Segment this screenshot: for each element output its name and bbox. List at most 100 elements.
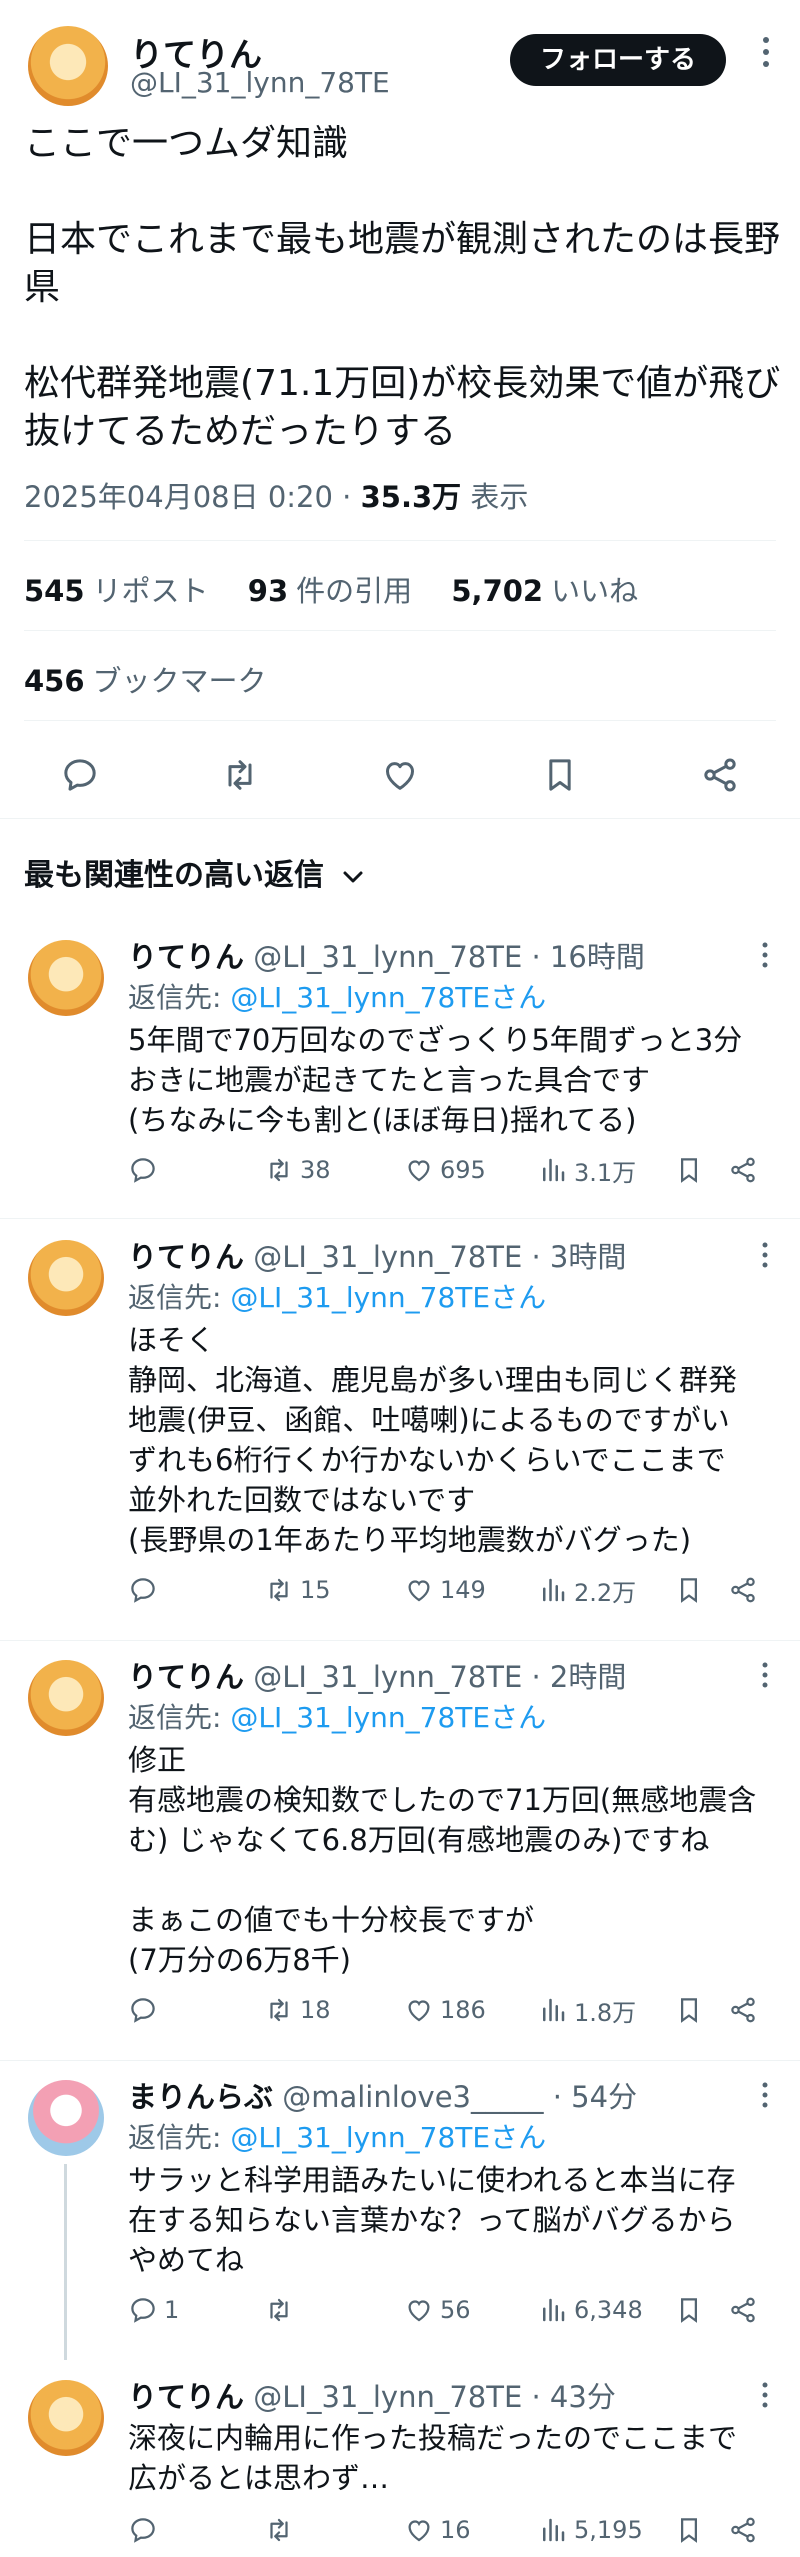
like-button[interactable]: 695 (404, 1150, 486, 1190)
share-icon[interactable] (728, 2510, 764, 2550)
reply-time[interactable]: · 3時間 (522, 1240, 626, 1274)
reply-icon[interactable] (128, 2510, 164, 2550)
reply-author-name[interactable]: まりんらぶ (128, 2080, 273, 2114)
repost-button[interactable]: 15 (264, 1570, 331, 1610)
reply-author-handle[interactable]: @malinlove3_____ (282, 2080, 543, 2114)
reply-header: りてりん @LI_31_lynn_78TE · 43分 (128, 2374, 616, 2416)
more-options-icon[interactable] (760, 1660, 770, 1696)
view-label: 表示 (461, 480, 529, 514)
like-icon (408, 1580, 430, 1602)
reply-to-link[interactable]: @LI_31_lynn_78TEさん (230, 1281, 546, 1314)
avatar[interactable] (28, 1660, 104, 1736)
bookmark-icon[interactable] (674, 2290, 710, 2330)
reply-text: 深夜に内輪用に作った投稿だったのでここまで 広がるとは思わず… (128, 2421, 738, 2495)
reply-icon[interactable] (128, 1150, 164, 1190)
reply-text: 修正 有感地震の検知数でしたので71万回(無感地震含 む) じゃなくて6.8万回(有… (128, 1743, 757, 1977)
like-icon[interactable] (372, 750, 428, 800)
reply-author-handle[interactable]: @LI_31_lynn_78TE (253, 2380, 522, 2414)
main-post-action-bar (0, 740, 800, 810)
bookmark-icon[interactable] (532, 750, 588, 800)
reply-author-handle[interactable]: @LI_31_lynn_78TE (253, 1660, 522, 1694)
like-count: 16 (440, 2516, 471, 2544)
reply-icon[interactable] (52, 750, 108, 800)
share-icon[interactable] (692, 750, 748, 800)
reply-author-name[interactable]: りてりん (128, 1660, 244, 1694)
more-options-icon[interactable] (760, 1240, 770, 1276)
reply-to-link[interactable]: @LI_31_lynn_78TEさん (230, 981, 546, 1014)
reply-time[interactable]: · 43分 (522, 2380, 615, 2414)
reply-icon (131, 2298, 155, 2323)
bookmark-icon[interactable] (674, 2510, 710, 2550)
like-icon (408, 1160, 430, 1182)
avatar[interactable] (28, 2380, 104, 2456)
reply-item[interactable]: りてりん @LI_31_lynn_78TE · 43分 深夜に内輪用に作った投稿… (0, 2360, 800, 2557)
views-button[interactable]: 5,195 (538, 2510, 643, 2550)
views-button[interactable]: 3.1万 (538, 1150, 636, 1190)
like-stat[interactable]: 5,702 いいね (451, 574, 638, 608)
repost-button[interactable]: 18 (264, 1990, 331, 2030)
divider (0, 1218, 800, 1219)
share-icon[interactable] (728, 1150, 764, 1190)
reply-to-line: 返信先: @LI_31_lynn_78TEさん (128, 1281, 547, 1314)
reply-button[interactable]: 1 (128, 2290, 179, 2330)
like-button[interactable]: 16 (404, 2510, 471, 2550)
share-icon[interactable] (728, 1990, 764, 2030)
repost-icon (270, 2518, 288, 2542)
follow-button[interactable]: フォローする (509, 34, 726, 86)
share-icon[interactable] (728, 2290, 764, 2330)
reply-author-name[interactable]: りてりん (128, 940, 244, 974)
repost-button[interactable] (264, 2290, 300, 2330)
more-options-icon[interactable] (760, 2380, 770, 2416)
bookmark-icon[interactable] (674, 1570, 710, 1610)
repost-stat[interactable]: 545 リポスト (24, 574, 209, 608)
views-button[interactable]: 2.2万 (538, 1570, 636, 1610)
reply-icon[interactable] (128, 1570, 164, 1610)
reply-item[interactable]: まりんらぶ @malinlove3_____ · 54分 返信先: @LI_31… (0, 2060, 800, 2360)
avatar[interactable] (28, 2080, 104, 2156)
repost-icon[interactable] (212, 750, 268, 800)
reply-item[interactable]: りてりん @LI_31_lynn_78TE · 3時間 返信先: @LI_31_… (0, 1220, 800, 1638)
reply-time[interactable]: · 54分 (544, 2080, 637, 2114)
like-button[interactable]: 149 (404, 1570, 486, 1610)
quote-stat[interactable]: 93 件の引用 (248, 574, 412, 608)
repost-button[interactable] (264, 2510, 300, 2550)
repost-button[interactable]: 38 (264, 1150, 331, 1190)
reply-author-handle[interactable]: @LI_31_lynn_78TE (253, 1240, 522, 1274)
reply-header: まりんらぶ @malinlove3_____ · 54分 (128, 2074, 637, 2116)
reply-sort-selector[interactable]: 最も関連性の高い返信 (24, 850, 364, 894)
like-button[interactable]: 186 (404, 1990, 486, 2030)
more-options-icon[interactable] (760, 34, 772, 76)
bookmark-icon[interactable] (674, 1150, 710, 1190)
like-icon (408, 2000, 430, 2022)
post-paragraph: ここで一つムダ知識 (24, 123, 349, 164)
views-icon (543, 1998, 565, 2022)
bookmark-stats[interactable]: 456 ブックマーク (24, 658, 267, 700)
share-icon[interactable] (728, 1570, 764, 1610)
reply-author-name[interactable]: りてりん (128, 1240, 244, 1274)
reply-icon[interactable] (128, 1990, 164, 2030)
reply-time[interactable]: · 16時間 (522, 940, 644, 974)
avatar[interactable] (28, 1240, 104, 1316)
divider (0, 818, 800, 819)
reply-to-link[interactable]: @LI_31_lynn_78TEさん (230, 2121, 546, 2154)
post-timestamp[interactable]: 2025年04月08日 0:20 · (24, 480, 361, 514)
reply-header: りてりん @LI_31_lynn_78TE · 2時間 (128, 1654, 626, 1696)
reply-to-link[interactable]: @LI_31_lynn_78TEさん (230, 1701, 546, 1734)
views-button[interactable]: 6,348 (538, 2290, 643, 2330)
views-icon (543, 1578, 565, 1602)
more-options-icon[interactable] (760, 940, 770, 976)
reply-item[interactable]: りてりん @LI_31_lynn_78TE · 16時間 返信先: @LI_31… (0, 920, 800, 1216)
reply-time[interactable]: · 2時間 (522, 1660, 626, 1694)
avatar[interactable] (28, 26, 108, 106)
views-button[interactable]: 1.8万 (538, 1990, 636, 2030)
author-handle[interactable]: @LI_31_lynn_78TE (130, 66, 390, 99)
like-button[interactable]: 56 (404, 2290, 471, 2330)
more-options-icon[interactable] (760, 2080, 770, 2116)
reply-author-name[interactable]: りてりん (128, 2380, 244, 2414)
reply-item[interactable]: りてりん @LI_31_lynn_78TE · 2時間 返信先: @LI_31_… (0, 1640, 800, 2058)
avatar[interactable] (28, 940, 104, 1016)
bookmark-icon[interactable] (674, 1990, 710, 2030)
main-post-header: りてりん @LI_31_lynn_78TE フォローする (24, 24, 776, 114)
like-count: 695 (440, 1156, 486, 1184)
reply-author-handle[interactable]: @LI_31_lynn_78TE (253, 940, 522, 974)
